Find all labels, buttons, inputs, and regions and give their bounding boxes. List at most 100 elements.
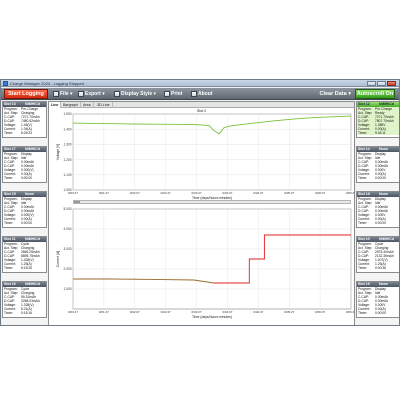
app-icon xyxy=(3,81,8,86)
slot-field-value: 0:00:00 xyxy=(375,221,386,225)
x-tick-label: 0/01:27 xyxy=(99,191,109,195)
slot-row-timer: Timer: 0:00:36 xyxy=(357,266,399,270)
slot-row-timer: Timer: 0:00:00 xyxy=(3,221,46,225)
slot-field-label: Timer: xyxy=(4,176,14,180)
tab-line[interactable]: Line xyxy=(49,102,62,108)
about-button[interactable]: About xyxy=(191,90,212,98)
slot-name: Slot 12 xyxy=(358,102,370,106)
slot-field-value: 0:00:00 xyxy=(21,176,32,180)
x-tick-label: 0/05:27 xyxy=(284,191,294,195)
x-tick-label: 0/00:47 xyxy=(68,310,78,314)
slot-name: Slot 11 xyxy=(4,237,16,241)
x-tick-label: 0/02:47 xyxy=(161,310,171,314)
x-tick-label: 0/06:07 xyxy=(315,191,325,195)
y-tick-label: 2.000 xyxy=(64,267,72,271)
slot-panel[interactable]: Slot 11 NiMH/Cd Program: Cycle Act. Step: Cha… xyxy=(2,236,47,273)
slot-field-value: 0:00:00 xyxy=(21,221,32,225)
main-toolbar: Start Logging File ▾ Export ▾ Display St… xyxy=(1,88,399,100)
x-tick-label: 0/01:27 xyxy=(99,310,109,314)
slot-field-value: 0:00:36 xyxy=(375,266,386,270)
slot-row-timer: Timer: 0:00:00 xyxy=(357,176,399,180)
slot-panel[interactable]: Slot 10 NiMH/Cd Program: Cycle Act. Step: Cha… xyxy=(356,236,399,273)
slot-field-value: 0:00:00 xyxy=(375,176,386,180)
view-tabs: Line Bargraph Area 3D-Line xyxy=(49,102,354,108)
voltage-chart-scrollbar[interactable] xyxy=(73,200,351,204)
plot-area xyxy=(72,208,352,310)
x-tick-label: 0/04:47 xyxy=(253,310,263,314)
current-chart[interactable]: 5.000 4.000 3.000 2.000 1.000 0/00:47 0/01:27 0… xyxy=(49,206,354,322)
tab-bargraph[interactable]: Bargraph xyxy=(61,102,81,108)
slot-field-value: 9:34:11 xyxy=(375,131,386,135)
x-tick-label: 0/02:47 xyxy=(161,191,171,195)
slot-field-label: Timer: xyxy=(358,266,368,270)
maximize-button[interactable] xyxy=(377,81,386,86)
slot-name: Slot 16 xyxy=(4,282,16,286)
close-button[interactable] xyxy=(387,81,396,86)
slot-field-value: 8:25:23 xyxy=(21,131,32,135)
x-tick-label: 0/00:47 xyxy=(68,191,78,195)
x-tick-label: 0/02:07 xyxy=(130,191,140,195)
info-icon xyxy=(191,90,197,97)
y-axis-label: Current [A] xyxy=(56,251,60,267)
minimize-button[interactable] xyxy=(367,81,376,86)
slot-row-timer: Timer: 0:15:16 xyxy=(3,311,46,315)
slot-field-label: Timer: xyxy=(358,311,368,315)
slot-field-value: 0:15:16 xyxy=(21,311,32,315)
slot-field-value: 6:15:25 xyxy=(21,266,32,270)
export-menu[interactable]: Export ▾ xyxy=(78,90,105,98)
slot-panel[interactable]: Slot 16 NiMH/Cd Program: Cycle Act. Step: Cha… xyxy=(2,281,47,318)
print-label: Print xyxy=(171,91,183,97)
slot-panel[interactable]: Slot 17 NiMH/Cd Program: Display Act. Step: I… xyxy=(2,146,47,183)
x-tick-label: 0/04:47 xyxy=(253,191,263,195)
slot-panel[interactable]: Slot 14 None Program: Display Act. Step: Idle… xyxy=(356,146,399,183)
folder-icon xyxy=(53,90,59,97)
x-tick-label: 0/05:27 xyxy=(284,310,294,314)
print-button[interactable]: Print xyxy=(164,90,182,98)
right-slot-column: Slot 12 NiMH/Cd Program: Pre-Charge Act. Ste… xyxy=(356,101,399,325)
y-tick-label: 1.400 xyxy=(64,127,72,131)
x-axis-label: Time (days/hours:minutes) xyxy=(192,315,232,319)
start-logging-button[interactable]: Start Logging xyxy=(4,89,48,99)
printer-icon xyxy=(164,90,170,97)
clear-data-menu[interactable]: Clear Data ▾ xyxy=(319,90,351,98)
voltage-scroll-thumb[interactable] xyxy=(74,201,80,203)
x-tick-label: 0/04:07 xyxy=(222,191,232,195)
export-menu-label: Export xyxy=(85,91,101,97)
y-tick-label: 1.200 xyxy=(64,158,72,162)
x-tick-label: 0/04:07 xyxy=(222,310,232,314)
chart-panel: Line Bargraph Area 3D-Line Slot 2 1.500 1… xyxy=(48,101,355,325)
slot-field-label: Timer: xyxy=(358,131,368,135)
slot-name: Slot 14 xyxy=(358,147,370,151)
tab-3d-line[interactable]: 3D-Line xyxy=(95,102,113,108)
slot-name: Slot 13 xyxy=(4,102,16,106)
slot-panel[interactable]: Slot 12 NiMH/Cd Program: Pre-Charge Act. Ste… xyxy=(356,101,399,138)
tab-area[interactable]: Area xyxy=(81,102,94,108)
slot-row-timer: Timer: 0:00:00 xyxy=(357,311,399,315)
slot-panel[interactable]: Slot 15 None Program: Display Act. Step: Idle… xyxy=(2,191,47,228)
slot-name: Slot 19 xyxy=(358,282,370,286)
slot-field-label: Timer: xyxy=(4,131,14,135)
x-tick-label: 0/06:47 xyxy=(346,310,354,314)
y-tick-label: 4.000 xyxy=(64,227,72,231)
plot-area xyxy=(72,113,352,191)
file-menu[interactable]: File ▾ xyxy=(53,90,73,98)
clear-data-label: Clear Data xyxy=(319,91,347,97)
x-tick-label: 0/06:07 xyxy=(315,310,325,314)
slot-row-timer: Timer: 0:00:00 xyxy=(3,176,46,180)
x-tick-label: 0/03:27 xyxy=(192,191,202,195)
slot-panel[interactable]: Slot 13 NiMH/Cd Program: Pre-Charge Act. Ste… xyxy=(2,101,47,138)
slot-field-label: Timer: xyxy=(4,221,14,225)
left-slot-column: Slot 13 NiMH/Cd Program: Pre-Charge Act. Ste… xyxy=(2,101,47,325)
slot-name: Slot 18 xyxy=(358,192,370,196)
y-tick-label: 1.000 xyxy=(64,287,72,291)
slot-panel[interactable]: Slot 18 None Program: Display Act. Step: Idle… xyxy=(356,191,399,228)
display-style-menu[interactable]: Display Style ▾ xyxy=(114,90,156,98)
slot-field-label: Timer: xyxy=(358,221,368,225)
voltage-chart[interactable]: 1.5001.4001.3001.2001.1001.0000/00:47 0/0… xyxy=(49,112,354,200)
slot-panel[interactable]: Slot 19 None Program: Display Act. Step: Idle… xyxy=(356,281,399,318)
slot-field-label: Timer: xyxy=(4,266,14,270)
y-axis-label: Voltage [V] xyxy=(56,144,60,160)
y-tick-label: 1.300 xyxy=(64,143,72,147)
autoscroll-button[interactable]: Autoscroll On xyxy=(355,89,395,99)
x-tick-label: 0/06:47 xyxy=(346,191,354,195)
